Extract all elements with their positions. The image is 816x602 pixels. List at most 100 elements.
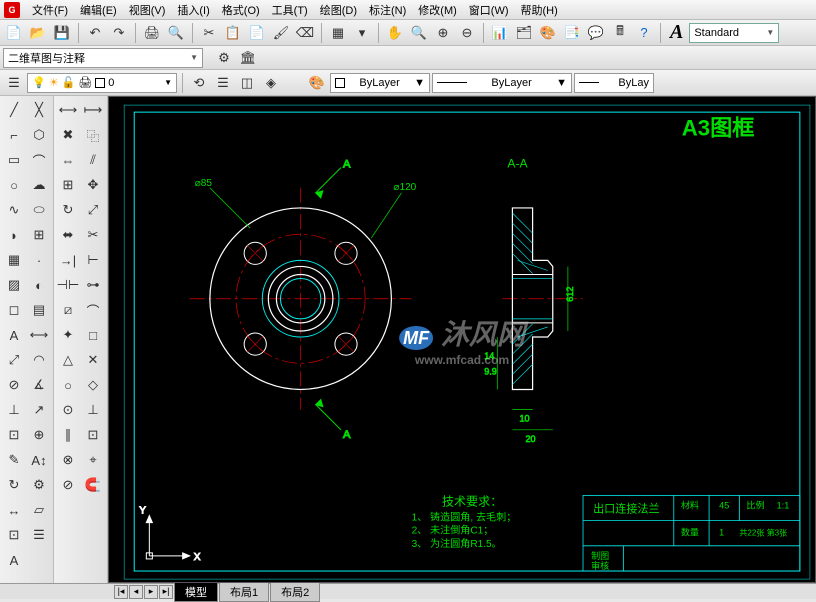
eraser-icon[interactable]: ⌫	[294, 22, 316, 44]
osnap-none-icon[interactable]: ⊘	[56, 473, 80, 497]
color-select[interactable]: ByLayer ▼	[330, 73, 430, 93]
menu-modify[interactable]: 修改(M)	[412, 0, 463, 20]
stretch-icon[interactable]: ⬌	[56, 223, 80, 247]
osnap-tan-icon[interactable]: ⊙	[56, 398, 80, 422]
osnap-ins-icon[interactable]: ⊡	[81, 423, 105, 447]
spline-icon[interactable]: ∿	[2, 198, 26, 222]
design-center-icon[interactable]: 🗂	[513, 22, 535, 44]
dim-diameter-icon[interactable]: ⊘	[2, 373, 26, 397]
line-icon[interactable]: ╱	[2, 98, 26, 122]
mtext-icon[interactable]: A	[2, 323, 26, 347]
dim-aligned-icon[interactable]: ⤢	[2, 348, 26, 372]
osnap-mid-icon[interactable]: △	[56, 348, 80, 372]
osnap-qua-icon[interactable]: ◇	[81, 373, 105, 397]
offset-icon[interactable]: ⫽	[81, 148, 105, 172]
tab-prev-icon[interactable]: ◂	[129, 585, 143, 599]
tab-first-icon[interactable]: |◂	[114, 585, 128, 599]
move-icon[interactable]: ✥	[81, 173, 105, 197]
insert-block-icon[interactable]: ⊞	[27, 223, 51, 247]
osnap-int-icon[interactable]: ✕	[81, 348, 105, 372]
revcloud-icon[interactable]: ☁	[27, 173, 51, 197]
quickcalc-icon[interactable]: 🖩	[609, 22, 631, 44]
join-icon[interactable]: ⊶	[81, 273, 105, 297]
block-icon[interactable]: ▦	[327, 22, 349, 44]
help-icon[interactable]: ?	[633, 22, 655, 44]
chamfer-icon[interactable]: ⧄	[56, 298, 80, 322]
layer-state-icon[interactable]: ☰	[212, 72, 234, 94]
markup-icon[interactable]: 💬	[585, 22, 607, 44]
copy-obj-icon[interactable]: ⿻	[81, 123, 105, 147]
undo-icon[interactable]: ↶	[84, 22, 106, 44]
scale-icon[interactable]: ⤢	[81, 198, 105, 222]
xline-icon[interactable]: ╳	[27, 98, 51, 122]
array-icon[interactable]: ⊞	[56, 173, 80, 197]
dim-style-icon[interactable]: ⚙	[27, 473, 51, 497]
gradient-icon[interactable]: ◐	[27, 273, 51, 297]
ellipse-icon[interactable]: ⬭	[27, 198, 51, 222]
text-a-icon[interactable]: A	[2, 548, 26, 572]
save-icon[interactable]: 💾	[51, 22, 73, 44]
tolerance-icon[interactable]: ⊡	[2, 423, 26, 447]
menu-tools[interactable]: 工具(T)	[266, 0, 314, 20]
rotate-icon[interactable]: ↻	[56, 198, 80, 222]
layer-off-icon[interactable]: ◈	[260, 72, 282, 94]
linear-dim-icon[interactable]: ⟷	[56, 98, 80, 122]
explode-icon[interactable]: ✦	[56, 323, 80, 347]
hatch-icon[interactable]: ▨	[2, 273, 26, 297]
tool-palette-icon[interactable]: 🎨	[537, 22, 559, 44]
pan-icon[interactable]: ✋	[384, 22, 406, 44]
erase-icon[interactable]: ✖	[56, 123, 80, 147]
dim-radius-icon[interactable]: ◠	[27, 348, 51, 372]
menu-window[interactable]: 窗口(W)	[463, 0, 515, 20]
redo-icon[interactable]: ↷	[108, 22, 130, 44]
color-control-icon[interactable]: 🎨	[306, 72, 328, 94]
area-icon[interactable]: ▱	[27, 498, 51, 522]
layer-manager-icon[interactable]: ☰	[3, 72, 25, 94]
menu-edit[interactable]: 编辑(E)	[74, 0, 123, 20]
menu-insert[interactable]: 插入(I)	[171, 0, 215, 20]
workspace-lock-icon[interactable]: 🏛	[237, 47, 259, 69]
text-style-select[interactable]: Standard ▼	[689, 23, 779, 43]
menu-view[interactable]: 视图(V)	[123, 0, 172, 20]
menu-dimension[interactable]: 标注(N)	[363, 0, 412, 20]
region-icon[interactable]: ◻	[2, 298, 26, 322]
zoom-rt-icon[interactable]: 🔍	[408, 22, 430, 44]
dim-ordinate-icon[interactable]: ⊥	[2, 398, 26, 422]
workspace-select[interactable]: 二维草图与注释 ▼	[3, 48, 203, 68]
linetype-select[interactable]: ByLayer ▼	[432, 73, 572, 93]
distance-icon[interactable]: ↔	[2, 498, 26, 522]
osnap-settings-icon[interactable]: 🧲	[81, 473, 105, 497]
zoom-window-icon[interactable]: ⊕	[432, 22, 454, 44]
layer-prev-icon[interactable]: ⟲	[188, 72, 210, 94]
fillet-icon[interactable]: ⌒	[81, 298, 105, 322]
center-mark-icon[interactable]: ⊕	[27, 423, 51, 447]
menu-format[interactable]: 格式(O)	[216, 0, 266, 20]
copy-icon[interactable]: 📋	[222, 22, 244, 44]
preview-icon[interactable]: 🔍	[165, 22, 187, 44]
menu-help[interactable]: 帮助(H)	[515, 0, 564, 20]
osnap-node-icon[interactable]: ⊗	[56, 448, 80, 472]
print-icon[interactable]: 🖨	[141, 22, 163, 44]
dim-angular-icon[interactable]: ∡	[27, 373, 51, 397]
table-icon[interactable]: ▤	[27, 298, 51, 322]
cut-icon[interactable]: ✂	[198, 22, 220, 44]
osnap-end-icon[interactable]: □	[81, 323, 105, 347]
drawing-canvas[interactable]: A3图框	[108, 96, 816, 583]
circle-icon[interactable]: ○	[2, 173, 26, 197]
properties-icon[interactable]: 📊	[489, 22, 511, 44]
dim-leader-icon[interactable]: ↗	[27, 398, 51, 422]
match-icon[interactable]: 🖌	[270, 22, 292, 44]
zoom-prev-icon[interactable]: ⊖	[456, 22, 478, 44]
make-block-icon[interactable]: ▦	[2, 248, 26, 272]
osnap-cen-icon[interactable]: ○	[56, 373, 80, 397]
break-icon[interactable]: ⊣⊢	[56, 273, 80, 297]
dim-edit-icon[interactable]: ✎	[2, 448, 26, 472]
tab-next-icon[interactable]: ▸	[144, 585, 158, 599]
polygon-icon[interactable]: ⬡	[27, 123, 51, 147]
lineweight-select[interactable]: ByLay	[574, 73, 654, 93]
rectangle-icon[interactable]: ▭	[2, 148, 26, 172]
sheet-set-icon[interactable]: 📑	[561, 22, 583, 44]
workspace-settings-icon[interactable]: ⚙	[213, 47, 235, 69]
pline-icon[interactable]: ⌐	[2, 123, 26, 147]
paste-icon[interactable]: 📄	[246, 22, 268, 44]
